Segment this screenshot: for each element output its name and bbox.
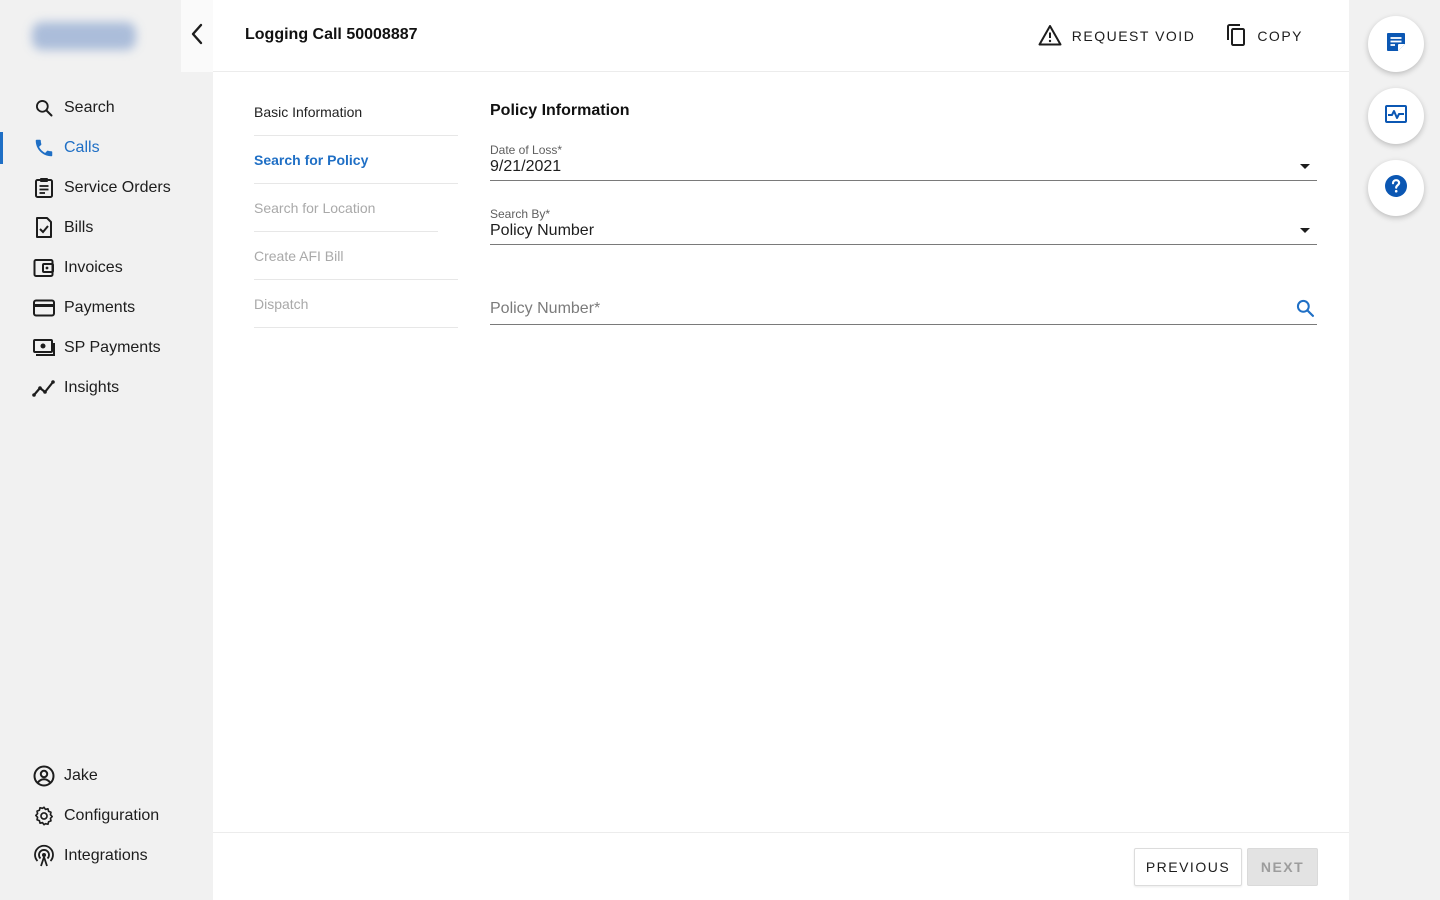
search-icon [32,96,56,120]
phone-icon [32,136,56,160]
search-by-group: Search By* Policy Number [490,207,1317,245]
sidebar-item-configuration[interactable]: Configuration [0,796,181,836]
next-button: NEXT [1247,848,1318,886]
sidebar-item-label: Integrations [64,847,148,864]
activity-button[interactable] [1368,88,1424,144]
section-title: Policy Information [490,102,630,119]
note-icon [1385,31,1407,58]
sidebar-item-integrations[interactable]: Integrations [0,836,181,876]
sidebar-item-label: Bills [64,219,94,236]
sidebar-item-label: Jake [64,767,98,784]
right-rail [1349,0,1440,900]
sidebar-item-label: Service Orders [64,179,171,196]
sidebar-item-label: Configuration [64,807,160,824]
wizard-footer: PREVIOUS NEXT [213,832,1349,900]
sidebar-item-bills[interactable]: Bills [0,208,181,248]
date-of-loss-select[interactable]: 9/21/2021 [490,157,1317,181]
sidebar-item-calls[interactable]: Calls [0,128,181,168]
copy-label: COPY [1257,28,1303,44]
antenna-icon [32,844,56,868]
sidebar-item-label: Invoices [64,259,123,276]
sidebar-item-payments[interactable]: Payments [0,288,181,328]
sidebar-item-label: Calls [64,139,100,156]
dropdown-arrow-icon [1300,228,1310,233]
activity-icon [1384,104,1408,129]
sidebar: Search Calls Service Orders Bills Invoic… [0,0,181,900]
page-title: Logging Call 50008887 [245,26,418,43]
sidebar-item-label: SP Payments [64,339,161,356]
step-create-afi-bill: Create AFI Bill [254,232,458,280]
chevron-left-icon [190,23,204,50]
search-by-label: Search By* [490,207,551,221]
warning-icon [1038,24,1062,49]
step-search-for-policy[interactable]: Search for Policy [254,136,458,184]
policy-form: Policy Information Date of Loss* 9/21/20… [490,88,1317,325]
copy-icon [1225,23,1247,50]
sidebar-item-label: Insights [64,379,120,396]
date-of-loss-label: Date of Loss* [490,143,563,157]
copy-button[interactable]: COPY [1225,23,1303,50]
collapse-sidebar-button[interactable] [181,0,213,72]
step-search-for-location: Search for Location [254,184,438,232]
sidebar-item-label: Payments [64,299,136,316]
sidebar-item-account[interactable]: Jake [0,756,181,796]
gear-icon [32,804,56,828]
date-of-loss-value: 9/21/2021 [490,158,562,175]
app-logo [32,22,136,50]
sidebar-item-service-orders[interactable]: Service Orders [0,168,181,208]
help-icon [1384,174,1408,203]
policy-number-input[interactable] [490,295,1270,323]
main-panel: Logging Call 50008887 REQUEST VOID COPY … [213,0,1349,900]
notes-button[interactable] [1368,16,1424,72]
dropdown-arrow-icon [1300,164,1310,169]
bill-icon [32,216,56,240]
sidebar-item-sp-payments[interactable]: SP Payments [0,328,181,368]
sidebar-item-search[interactable]: Search [0,88,181,128]
header: Logging Call 50008887 REQUEST VOID COPY [213,0,1349,72]
account-icon [32,764,56,788]
main-nav: Search Calls Service Orders Bills Invoic… [0,88,181,408]
sidebar-item-label: Search [64,99,115,116]
step-basic-information[interactable]: Basic Information [254,88,458,136]
wallet-icon [32,256,56,280]
request-void-button[interactable]: REQUEST VOID [1038,24,1196,48]
search-icon[interactable] [1295,298,1315,323]
policy-number-field [490,295,1317,325]
previous-button[interactable]: PREVIOUS [1134,848,1242,886]
search-by-value: Policy Number [490,222,595,239]
request-void-label: REQUEST VOID [1071,28,1196,44]
bottom-nav: Jake Configuration Integrations [0,756,181,876]
clipboard-icon [32,176,56,200]
cash-icon [32,336,56,360]
sidebar-item-invoices[interactable]: Invoices [0,248,181,288]
credit-card-icon [32,296,56,320]
step-dispatch: Dispatch [254,280,458,328]
wizard-steps: Basic Information Search for Policy Sear… [254,88,458,328]
help-button[interactable] [1368,160,1424,216]
insights-icon [32,376,56,400]
search-by-select[interactable]: Policy Number [490,221,1317,245]
header-actions: REQUEST VOID COPY [1038,23,1303,50]
sidebar-item-insights[interactable]: Insights [0,368,181,408]
date-of-loss-group: Date of Loss* 9/21/2021 [490,143,1317,181]
